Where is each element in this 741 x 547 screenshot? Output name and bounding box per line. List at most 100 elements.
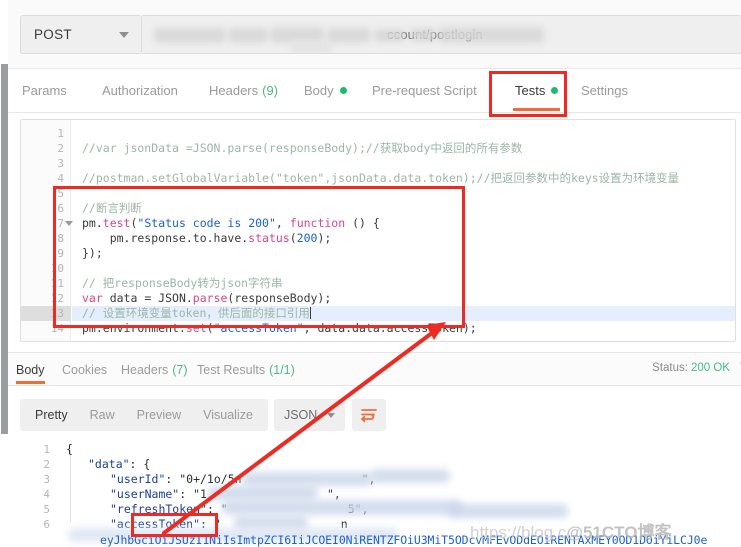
response-tab-count: (7) bbox=[172, 362, 188, 377]
body-view-pretty[interactable]: Pretty bbox=[24, 399, 79, 431]
response-tab-headers[interactable]: Headers (7) bbox=[121, 353, 188, 386]
http-method-label: POST bbox=[34, 27, 72, 42]
body-view-segmented-control: Pretty Raw Preview Visualize bbox=[20, 399, 268, 431]
editor-line-number: 5 bbox=[57, 187, 64, 200]
response-tab-label: Body bbox=[16, 362, 45, 377]
request-tab-params[interactable]: Params bbox=[20, 69, 69, 112]
url-redaction bbox=[154, 28, 226, 43]
unsaved-changes-dot-icon bbox=[551, 87, 559, 94]
editor-code-line: }); bbox=[82, 246, 103, 260]
response-tab-count: (1/1) bbox=[269, 362, 295, 377]
wrap-lines-icon bbox=[361, 409, 378, 423]
response-tab-label: Cookies bbox=[62, 362, 108, 377]
body-view-preview[interactable]: Preview bbox=[126, 399, 192, 431]
request-tab-body[interactable]: Body bbox=[302, 69, 349, 112]
value-redaction bbox=[222, 500, 462, 515]
watermark: https://blog.c@51CTO博客 bbox=[470, 518, 671, 543]
unsaved-changes-dot-icon bbox=[339, 87, 347, 94]
left-scrollbar-thumb[interactable] bbox=[1, 64, 8, 434]
response-tab-cookies[interactable]: Cookies bbox=[62, 353, 107, 386]
value-redaction bbox=[370, 469, 450, 483]
request-tab-headers[interactable]: Headers (9) bbox=[207, 69, 280, 112]
url-redaction bbox=[327, 28, 371, 43]
editor-code-area[interactable]: //var jsonData =JSON.parse(responseBody)… bbox=[72, 120, 735, 341]
editor-line-number: 10 bbox=[50, 262, 64, 275]
http-method-select[interactable]: POST bbox=[20, 15, 142, 54]
editor-code-line: // 把responseBody转为json字符串 bbox=[82, 276, 283, 290]
editor-code-line: pm.response.to.have.status(200); bbox=[82, 231, 332, 245]
watermark-brand: @51CTO博客 bbox=[566, 523, 672, 542]
response-line-number: 2 bbox=[43, 458, 50, 471]
request-tab-label: Pre-request Script bbox=[372, 83, 477, 98]
response-line-number: 6 bbox=[43, 518, 50, 531]
body-format-select[interactable]: JSON bbox=[273, 399, 346, 431]
editor-line-number: 9 bbox=[57, 247, 64, 260]
editor-line-number: 11 bbox=[50, 277, 64, 290]
body-view-raw[interactable]: Raw bbox=[79, 399, 126, 431]
editor-code-line bbox=[72, 186, 89, 201]
response-json-line: "data": { bbox=[88, 457, 151, 471]
value-redaction bbox=[242, 472, 372, 486]
left-scrollbar-track[interactable] bbox=[0, 0, 8, 547]
editor-code-line: var data = JSON.parse(responseBody); bbox=[82, 291, 332, 305]
request-tab-count: (9) bbox=[262, 83, 279, 98]
tests-script-editor[interactable]: 1 2 3 4 5 6 7 8 9 10 11 12 13 14 //var jsonData =JSON… bbox=[20, 119, 736, 342]
request-url-input[interactable]: https://xxxxxxxx.xxxxxxx.xxx/api/xxxxx/a… bbox=[142, 15, 741, 54]
request-tab-bar: Params Authorization Headers (9) Body Pre-req… bbox=[8, 69, 741, 113]
editor-code-line: //postman.setGlobalVariable("token",json… bbox=[82, 171, 680, 185]
request-tab-label: Authorization bbox=[102, 83, 178, 98]
editor-code-line: // 设置环境变量token，供后面的接口引用 bbox=[82, 306, 311, 320]
editor-line-number: 12 bbox=[50, 292, 64, 305]
request-tab-label: Headers bbox=[209, 83, 259, 98]
chevron-down-icon bbox=[119, 32, 129, 38]
response-status: Status:200 OKT bbox=[652, 362, 741, 374]
editor-code-line: //var jsonData =JSON.parse(responseBody)… bbox=[82, 141, 523, 155]
url-redaction bbox=[410, 28, 436, 42]
editor-line-number: 1 bbox=[57, 127, 64, 140]
request-tab-label: Tests bbox=[515, 83, 546, 98]
editor-code-line: //断言判断 bbox=[82, 201, 142, 215]
request-tab-label: Params bbox=[22, 83, 67, 98]
url-redaction bbox=[374, 29, 406, 42]
editor-code-line bbox=[72, 156, 89, 171]
body-view-visualize[interactable]: Visualize bbox=[192, 399, 264, 431]
request-tab-pre-request-script[interactable]: Pre-request Script bbox=[370, 69, 479, 112]
request-url-row: POST https://xxxxxxxx.xxxxxxx.xxx/api/xx… bbox=[8, 0, 741, 69]
editor-gutter: 1 2 3 4 5 6 7 8 9 10 11 12 13 14 bbox=[21, 120, 73, 341]
url-redaction bbox=[438, 27, 544, 43]
status-value: 200 OK bbox=[690, 362, 730, 374]
editor-line-number: 13 bbox=[50, 307, 64, 320]
editor-line-number: 2 bbox=[57, 142, 64, 155]
editor-line-number: 4 bbox=[57, 172, 64, 185]
editor-code-line: pm.test("Status code is 200", function (… bbox=[82, 216, 380, 230]
editor-line-number: 3 bbox=[57, 157, 64, 170]
response-format-toolbar: Pretty Raw Preview Visualize JSON bbox=[20, 399, 387, 431]
request-tab-label: Settings bbox=[581, 83, 628, 98]
active-tab-underline bbox=[513, 108, 560, 111]
wrap-lines-button[interactable] bbox=[352, 399, 387, 431]
editor-line-number: 6 bbox=[57, 202, 64, 215]
watermark-url: https://blog.c bbox=[470, 523, 567, 542]
request-tab-settings[interactable]: Settings bbox=[579, 69, 630, 112]
response-tab-bar: Status:200 OKT Body Cookies Headers(7) Test… bbox=[8, 352, 741, 386]
editor-code-line: pm.environment.set("accessToken", data.d… bbox=[82, 321, 477, 335]
editor-line-number: 7 bbox=[57, 217, 64, 230]
status-label: Status: bbox=[652, 362, 688, 374]
response-line-number: 4 bbox=[43, 488, 50, 501]
url-redaction bbox=[228, 28, 268, 43]
response-tab-test-results[interactable]: Test Results (1/1) bbox=[197, 353, 295, 386]
request-tab-tests[interactable]: Tests bbox=[513, 69, 560, 112]
request-tab-label: Body bbox=[304, 83, 334, 98]
editor-code-line bbox=[72, 126, 89, 141]
value-redaction bbox=[208, 486, 318, 500]
response-gutter: 1 2 3 4 5 6 bbox=[8, 436, 58, 547]
request-tab-authorization[interactable]: Authorization bbox=[100, 69, 180, 112]
body-format-value: JSON bbox=[283, 408, 318, 422]
editor-line-number: 14 bbox=[50, 322, 64, 335]
url-redaction bbox=[290, 40, 332, 53]
chevron-down-icon bbox=[327, 412, 336, 418]
editor-code-line bbox=[72, 261, 89, 276]
response-tab-label: Headers bbox=[121, 362, 169, 377]
response-tab-label: Test Results bbox=[197, 362, 266, 377]
response-line-number: 3 bbox=[43, 473, 50, 486]
